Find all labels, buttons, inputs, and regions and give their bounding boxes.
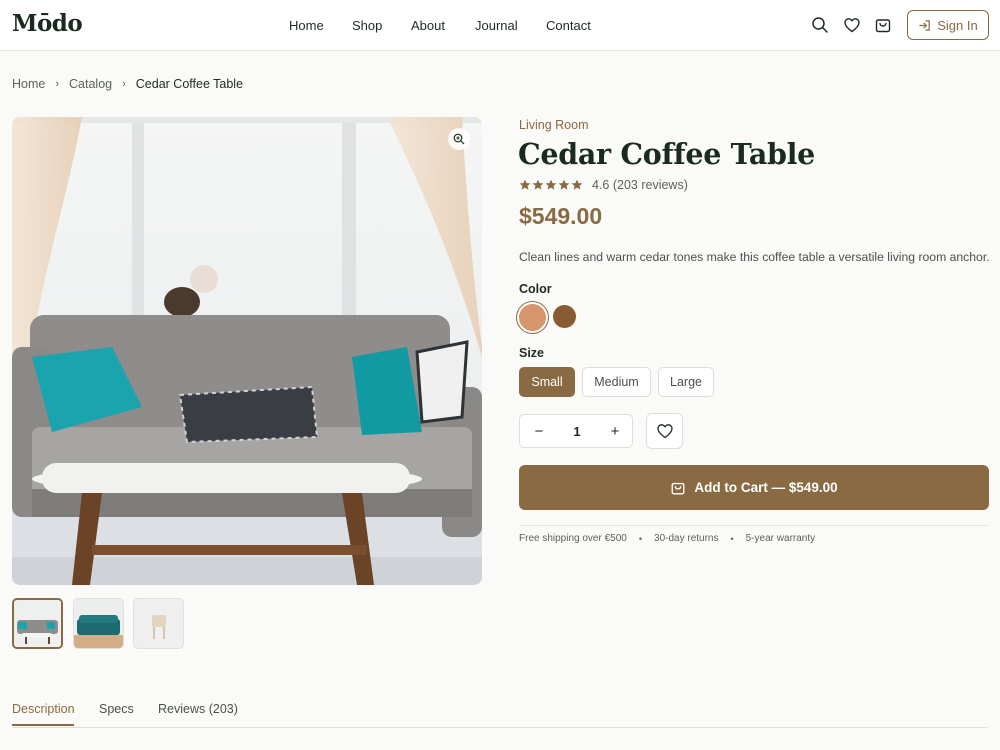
add-to-wishlist-button[interactable] [646,413,683,449]
sign-in-label: Sign In [937,17,978,33]
chevron-right-icon: › [55,78,60,90]
zoom-in-icon[interactable] [448,128,470,150]
color-swatch-cedar[interactable] [519,304,546,331]
nav-shop[interactable]: Shop [352,18,382,33]
bag-icon [671,482,685,494]
size-small-button[interactable]: Small [519,367,575,397]
breadcrumb: Home › Catalog › Cedar Coffee Table [12,77,243,91]
divider [519,525,989,526]
nav-journal[interactable]: Journal [475,18,518,33]
sign-in-icon [919,19,930,31]
search-icon[interactable] [811,16,829,34]
site-header: Mōdo Home Shop About Journal Contact Sig… [0,0,1000,51]
quantity-value[interactable]: 1 [558,415,596,447]
star-icon [558,179,570,190]
breadcrumb-catalog[interactable]: Catalog [69,77,112,91]
bag-icon[interactable] [874,16,892,34]
product-title: Cedar Coffee Table [518,137,815,171]
quantity-stepper: − 1 + [519,414,633,448]
bullet-icon: • [730,533,734,544]
color-label: Color [519,282,552,296]
product-category[interactable]: Living Room [519,118,588,132]
perk-returns: 30-day returns [654,533,719,544]
brand-logo[interactable]: Mōdo [12,10,83,37]
breadcrumb-current: Cedar Coffee Table [135,77,244,91]
breadcrumb-home[interactable]: Home [12,77,45,91]
add-to-cart-button[interactable]: Add to Cart — $549.00 [519,465,989,510]
nav-about[interactable]: About [411,18,445,33]
chevron-right-icon: › [122,78,126,90]
star-icon [545,179,557,190]
sign-in-button[interactable]: Sign In [907,10,989,40]
increase-quantity-button[interactable]: + [596,415,634,447]
star-icon [532,179,544,190]
tab-specs[interactable]: Specs [99,702,134,716]
size-label: Size [519,346,545,360]
decrease-quantity-button[interactable]: − [520,415,558,447]
product-perks: Free shipping over €500 • 30-day returns… [519,533,815,544]
thumbnail-1[interactable] [12,598,63,649]
rating-stars [519,179,583,191]
product-rating[interactable]: 4.6 (203 reviews) [519,178,688,192]
thumbnail-3[interactable] [133,598,184,649]
nav-contact[interactable]: Contact [546,18,591,33]
perk-shipping: Free shipping over €500 [519,533,627,544]
nav-home[interactable]: Home [289,18,324,33]
thumbnail-2[interactable] [73,598,124,649]
perk-warranty: 5-year warranty [745,533,816,544]
tab-reviews[interactable]: Reviews (203) [158,702,238,716]
heart-icon [656,424,673,439]
active-tab-indicator [12,724,74,726]
product-price: $549.00 [519,203,603,229]
star-icon [519,179,531,190]
color-swatch-walnut[interactable] [553,305,576,328]
size-medium-button[interactable]: Medium [582,367,651,397]
heart-icon[interactable] [843,16,861,34]
tab-description[interactable]: Description [12,702,75,716]
add-to-cart-label: Add to Cart — $549.00 [694,480,838,495]
product-description: Clean lines and warm cedar tones make th… [519,250,990,264]
product-tabs: Description Specs Reviews (203) [12,700,988,728]
bullet-icon: • [638,533,643,544]
star-icon [571,179,583,190]
size-large-button[interactable]: Large [658,367,714,397]
rating-text: 4.6 (203 reviews) [592,178,688,192]
product-main-image[interactable] [12,117,482,585]
